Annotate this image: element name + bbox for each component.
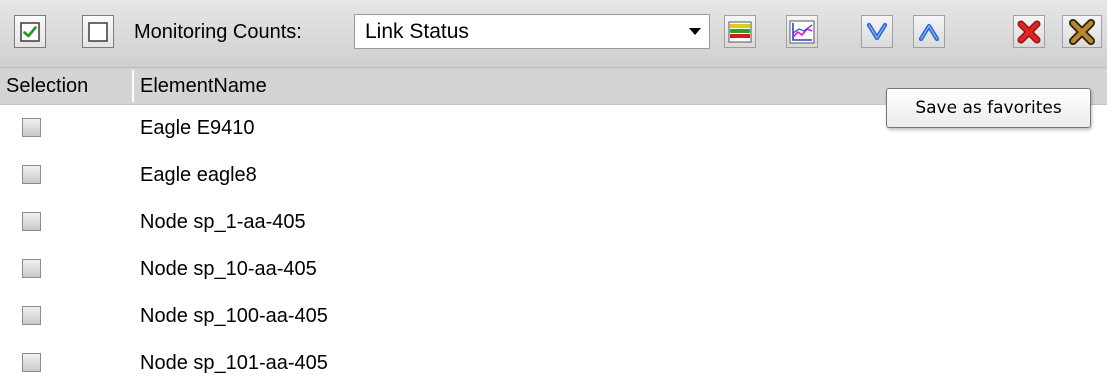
table-row: Node sp_1-aa-405 — [0, 201, 1107, 246]
row-checkbox[interactable] — [22, 353, 41, 372]
table-row: Node sp_10-aa-405 — [0, 248, 1107, 293]
toolbar: Monitoring Counts: Link Status — [0, 0, 1107, 68]
color-legend-button[interactable] — [724, 15, 756, 48]
element-name: Eagle E9410 — [140, 117, 255, 139]
element-name: Node sp_1-aa-405 — [140, 211, 306, 233]
chevron-down-icon — [689, 28, 701, 35]
collapse-all-button[interactable] — [913, 15, 945, 48]
expand-down-icon — [866, 22, 888, 40]
select-all-button[interactable] — [14, 15, 46, 48]
table-row: Node sp_101-aa-405 — [0, 342, 1107, 387]
table-row: Node sp_100-aa-405 — [0, 295, 1107, 340]
column-header-elementname[interactable]: ElementName — [140, 74, 267, 98]
element-name: Node sp_101-aa-405 — [140, 352, 328, 374]
expand-all-button[interactable] — [861, 15, 893, 48]
row-checkbox[interactable] — [22, 212, 41, 231]
row-checkbox[interactable] — [22, 306, 41, 325]
element-name: Eagle eagle8 — [140, 164, 257, 186]
chart-button[interactable] — [786, 15, 818, 48]
collapse-up-icon — [918, 23, 940, 41]
checkbox-checked-icon — [20, 21, 40, 42]
row-checkbox[interactable] — [22, 118, 41, 137]
column-divider — [132, 70, 134, 102]
checkbox-empty-icon — [88, 21, 108, 42]
deselect-all-button[interactable] — [82, 15, 114, 48]
delete-button[interactable] — [1013, 15, 1045, 48]
row-checkbox[interactable] — [22, 165, 41, 184]
element-name: Node sp_10-aa-405 — [140, 258, 317, 280]
brown-x-close-icon — [1069, 18, 1095, 45]
row-checkbox[interactable] — [22, 259, 41, 278]
monitoring-counts-value: Link Status — [365, 20, 469, 43]
line-chart-icon — [789, 20, 815, 43]
save-as-favorites-tooltip: Save as favorites — [886, 88, 1091, 128]
element-name: Node sp_100-aa-405 — [140, 305, 328, 327]
monitoring-counts-select[interactable]: Link Status — [354, 14, 710, 49]
close-button[interactable] — [1062, 15, 1102, 48]
table-row: Eagle eagle8 — [0, 154, 1107, 199]
color-bars-icon — [728, 21, 752, 42]
column-header-selection[interactable]: Selection — [6, 74, 88, 98]
red-x-delete-icon — [1017, 20, 1041, 43]
monitoring-counts-label: Monitoring Counts: — [134, 21, 302, 43]
